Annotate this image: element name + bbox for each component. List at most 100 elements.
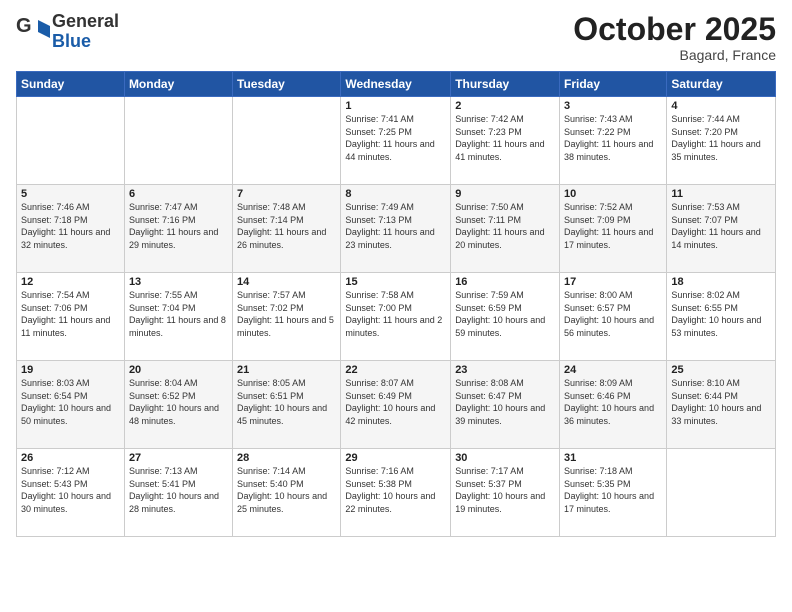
- header: G General Blue October 2025 Bagard, Fran…: [16, 12, 776, 63]
- day-info: Sunrise: 7:14 AM Sunset: 5:40 PM Dayligh…: [237, 465, 336, 515]
- day-info: Sunrise: 8:00 AM Sunset: 6:57 PM Dayligh…: [564, 289, 662, 339]
- day-number: 4: [671, 100, 771, 112]
- day-info: Sunrise: 7:12 AM Sunset: 5:43 PM Dayligh…: [21, 465, 120, 515]
- table-row: [124, 97, 232, 185]
- title-area: October 2025 Bagard, France: [573, 12, 776, 63]
- day-info: Sunrise: 7:59 AM Sunset: 6:59 PM Dayligh…: [455, 289, 555, 339]
- day-info: Sunrise: 7:49 AM Sunset: 7:13 PM Dayligh…: [345, 201, 446, 251]
- day-number: 10: [564, 188, 662, 200]
- day-number: 18: [671, 276, 771, 288]
- month-title: October 2025: [573, 12, 776, 47]
- table-row: 21Sunrise: 8:05 AM Sunset: 6:51 PM Dayli…: [233, 361, 341, 449]
- day-info: Sunrise: 7:44 AM Sunset: 7:20 PM Dayligh…: [671, 113, 771, 163]
- day-info: Sunrise: 7:18 AM Sunset: 5:35 PM Dayligh…: [564, 465, 662, 515]
- day-number: 9: [455, 188, 555, 200]
- table-row: 7Sunrise: 7:48 AM Sunset: 7:14 PM Daylig…: [233, 185, 341, 273]
- day-number: 13: [129, 276, 228, 288]
- day-info: Sunrise: 7:54 AM Sunset: 7:06 PM Dayligh…: [21, 289, 120, 339]
- day-info: Sunrise: 7:41 AM Sunset: 7:25 PM Dayligh…: [345, 113, 446, 163]
- table-row: 26Sunrise: 7:12 AM Sunset: 5:43 PM Dayli…: [17, 449, 125, 537]
- table-row: 31Sunrise: 7:18 AM Sunset: 5:35 PM Dayli…: [560, 449, 667, 537]
- calendar-week-2: 12Sunrise: 7:54 AM Sunset: 7:06 PM Dayli…: [17, 273, 776, 361]
- table-row: 24Sunrise: 8:09 AM Sunset: 6:46 PM Dayli…: [560, 361, 667, 449]
- table-row: 16Sunrise: 7:59 AM Sunset: 6:59 PM Dayli…: [451, 273, 560, 361]
- day-number: 12: [21, 276, 120, 288]
- table-row: 2Sunrise: 7:42 AM Sunset: 7:23 PM Daylig…: [451, 97, 560, 185]
- table-row: 19Sunrise: 8:03 AM Sunset: 6:54 PM Dayli…: [17, 361, 125, 449]
- table-row: 29Sunrise: 7:16 AM Sunset: 5:38 PM Dayli…: [341, 449, 451, 537]
- day-info: Sunrise: 7:16 AM Sunset: 5:38 PM Dayligh…: [345, 465, 446, 515]
- day-info: Sunrise: 8:04 AM Sunset: 6:52 PM Dayligh…: [129, 377, 228, 427]
- day-info: Sunrise: 7:53 AM Sunset: 7:07 PM Dayligh…: [671, 201, 771, 251]
- table-row: 28Sunrise: 7:14 AM Sunset: 5:40 PM Dayli…: [233, 449, 341, 537]
- table-row: 15Sunrise: 7:58 AM Sunset: 7:00 PM Dayli…: [341, 273, 451, 361]
- day-number: 28: [237, 452, 336, 464]
- day-info: Sunrise: 8:03 AM Sunset: 6:54 PM Dayligh…: [21, 377, 120, 427]
- day-info: Sunrise: 8:02 AM Sunset: 6:55 PM Dayligh…: [671, 289, 771, 339]
- day-number: 26: [21, 452, 120, 464]
- day-number: 3: [564, 100, 662, 112]
- day-number: 7: [237, 188, 336, 200]
- day-info: Sunrise: 7:13 AM Sunset: 5:41 PM Dayligh…: [129, 465, 228, 515]
- day-info: Sunrise: 7:46 AM Sunset: 7:18 PM Dayligh…: [21, 201, 120, 251]
- day-number: 2: [455, 100, 555, 112]
- day-number: 22: [345, 364, 446, 376]
- table-row: 22Sunrise: 8:07 AM Sunset: 6:49 PM Dayli…: [341, 361, 451, 449]
- table-row: 25Sunrise: 8:10 AM Sunset: 6:44 PM Dayli…: [667, 361, 776, 449]
- col-sunday: Sunday: [17, 72, 125, 97]
- day-number: 25: [671, 364, 771, 376]
- logo-general: General: [52, 12, 119, 32]
- calendar: Sunday Monday Tuesday Wednesday Thursday…: [16, 71, 776, 537]
- day-number: 17: [564, 276, 662, 288]
- col-friday: Friday: [560, 72, 667, 97]
- table-row: 27Sunrise: 7:13 AM Sunset: 5:41 PM Dayli…: [124, 449, 232, 537]
- table-row: 20Sunrise: 8:04 AM Sunset: 6:52 PM Dayli…: [124, 361, 232, 449]
- day-number: 27: [129, 452, 228, 464]
- table-row: 17Sunrise: 8:00 AM Sunset: 6:57 PM Dayli…: [560, 273, 667, 361]
- logo-blue: Blue: [52, 32, 119, 52]
- table-row: [667, 449, 776, 537]
- table-row: 14Sunrise: 7:57 AM Sunset: 7:02 PM Dayli…: [233, 273, 341, 361]
- table-row: 23Sunrise: 8:08 AM Sunset: 6:47 PM Dayli…: [451, 361, 560, 449]
- table-row: 12Sunrise: 7:54 AM Sunset: 7:06 PM Dayli…: [17, 273, 125, 361]
- day-info: Sunrise: 7:58 AM Sunset: 7:00 PM Dayligh…: [345, 289, 446, 339]
- day-number: 14: [237, 276, 336, 288]
- day-info: Sunrise: 7:42 AM Sunset: 7:23 PM Dayligh…: [455, 113, 555, 163]
- calendar-week-4: 26Sunrise: 7:12 AM Sunset: 5:43 PM Dayli…: [17, 449, 776, 537]
- day-number: 16: [455, 276, 555, 288]
- day-number: 8: [345, 188, 446, 200]
- day-info: Sunrise: 7:52 AM Sunset: 7:09 PM Dayligh…: [564, 201, 662, 251]
- day-number: 19: [21, 364, 120, 376]
- day-number: 20: [129, 364, 228, 376]
- day-number: 1: [345, 100, 446, 112]
- logo: G General Blue: [16, 12, 119, 52]
- day-number: 31: [564, 452, 662, 464]
- day-number: 21: [237, 364, 336, 376]
- table-row: 1Sunrise: 7:41 AM Sunset: 7:25 PM Daylig…: [341, 97, 451, 185]
- day-info: Sunrise: 7:55 AM Sunset: 7:04 PM Dayligh…: [129, 289, 228, 339]
- day-info: Sunrise: 7:48 AM Sunset: 7:14 PM Dayligh…: [237, 201, 336, 251]
- calendar-week-1: 5Sunrise: 7:46 AM Sunset: 7:18 PM Daylig…: [17, 185, 776, 273]
- day-info: Sunrise: 8:07 AM Sunset: 6:49 PM Dayligh…: [345, 377, 446, 427]
- svg-text:G: G: [16, 15, 32, 37]
- table-row: [233, 97, 341, 185]
- table-row: 4Sunrise: 7:44 AM Sunset: 7:20 PM Daylig…: [667, 97, 776, 185]
- table-row: 13Sunrise: 7:55 AM Sunset: 7:04 PM Dayli…: [124, 273, 232, 361]
- calendar-week-0: 1Sunrise: 7:41 AM Sunset: 7:25 PM Daylig…: [17, 97, 776, 185]
- day-info: Sunrise: 7:50 AM Sunset: 7:11 PM Dayligh…: [455, 201, 555, 251]
- table-row: 8Sunrise: 7:49 AM Sunset: 7:13 PM Daylig…: [341, 185, 451, 273]
- location: Bagard, France: [573, 47, 776, 63]
- calendar-header-row: Sunday Monday Tuesday Wednesday Thursday…: [17, 72, 776, 97]
- page: G General Blue October 2025 Bagard, Fran…: [0, 0, 792, 612]
- day-info: Sunrise: 8:05 AM Sunset: 6:51 PM Dayligh…: [237, 377, 336, 427]
- day-number: 23: [455, 364, 555, 376]
- col-thursday: Thursday: [451, 72, 560, 97]
- table-row: 18Sunrise: 8:02 AM Sunset: 6:55 PM Dayli…: [667, 273, 776, 361]
- table-row: 30Sunrise: 7:17 AM Sunset: 5:37 PM Dayli…: [451, 449, 560, 537]
- table-row: 11Sunrise: 7:53 AM Sunset: 7:07 PM Dayli…: [667, 185, 776, 273]
- table-row: 10Sunrise: 7:52 AM Sunset: 7:09 PM Dayli…: [560, 185, 667, 273]
- day-number: 11: [671, 188, 771, 200]
- col-tuesday: Tuesday: [233, 72, 341, 97]
- day-number: 5: [21, 188, 120, 200]
- day-number: 30: [455, 452, 555, 464]
